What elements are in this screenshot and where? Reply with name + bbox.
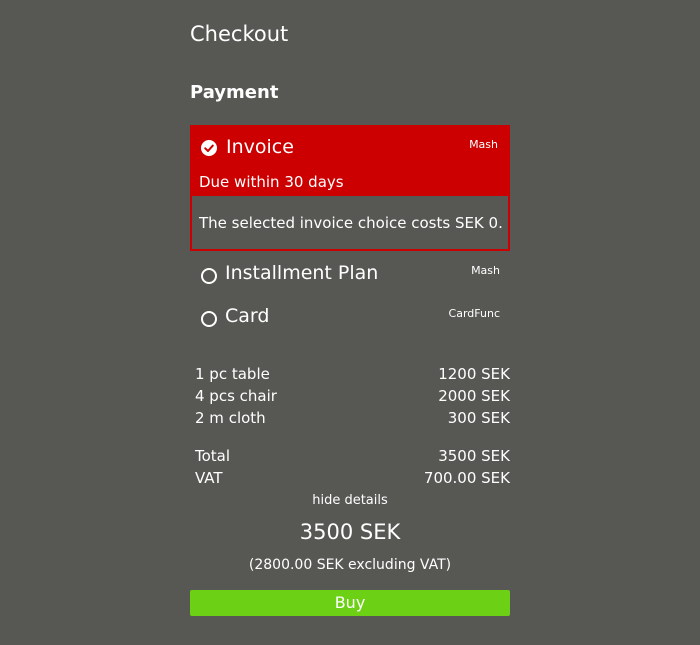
section-title-payment: Payment — [190, 82, 279, 103]
line-item: 1 pc table 1200 SEK — [195, 365, 510, 387]
summary-label: Total — [195, 447, 231, 465]
buy-button[interactable]: Buy — [190, 590, 510, 616]
hide-details-link[interactable]: hide details — [190, 493, 510, 508]
payment-option-name: Card — [225, 305, 270, 327]
excluding-vat-note: (2800.00 SEK excluding VAT) — [248, 557, 452, 573]
line-item: 2 m cloth 300 SEK — [195, 409, 510, 431]
checkmark-circle-icon — [201, 140, 217, 156]
line-item-amount: 1200 SEK — [438, 365, 510, 383]
payment-option-invoice[interactable]: Invoice Mash Due within 30 days The sele… — [190, 125, 510, 251]
summary-amount: 700.00 SEK — [423, 469, 510, 487]
line-item-amount: 2000 SEK — [438, 387, 510, 405]
line-item-label: 2 m cloth — [195, 409, 266, 427]
payment-provider-label: CardFunc — [448, 307, 500, 320]
payment-option-installment-plan[interactable]: Installment Plan Mash — [190, 260, 510, 290]
payment-option-name: Invoice — [226, 136, 294, 158]
payment-option-subtitle: Due within 30 days — [199, 173, 344, 191]
summary-row-vat: VAT 700.00 SEK — [195, 469, 510, 491]
payment-option-card[interactable]: Card CardFunc — [190, 303, 510, 333]
payment-provider-label: Mash — [469, 138, 498, 151]
summary-row-total: Total 3500 SEK — [195, 447, 510, 469]
payment-cost-note: The selected invoice choice costs SEK 0. — [199, 214, 503, 232]
payment-option-invoice-header[interactable]: Invoice Mash Due within 30 days — [192, 127, 508, 196]
grand-total: 3500 SEK — [299, 520, 401, 544]
line-item-label: 4 pcs chair — [195, 387, 277, 405]
line-item-amount: 300 SEK — [447, 409, 510, 427]
line-item-label: 1 pc table — [195, 365, 270, 383]
radio-unchecked-icon[interactable] — [201, 268, 217, 284]
summary-amount: 3500 SEK — [438, 447, 510, 465]
payment-option-name: Installment Plan — [225, 262, 379, 284]
summary-label: VAT — [195, 469, 223, 487]
page-title: Checkout — [190, 22, 289, 46]
line-item: 4 pcs chair 2000 SEK — [195, 387, 510, 409]
radio-unchecked-icon[interactable] — [201, 311, 217, 327]
payment-provider-label: Mash — [471, 264, 500, 277]
